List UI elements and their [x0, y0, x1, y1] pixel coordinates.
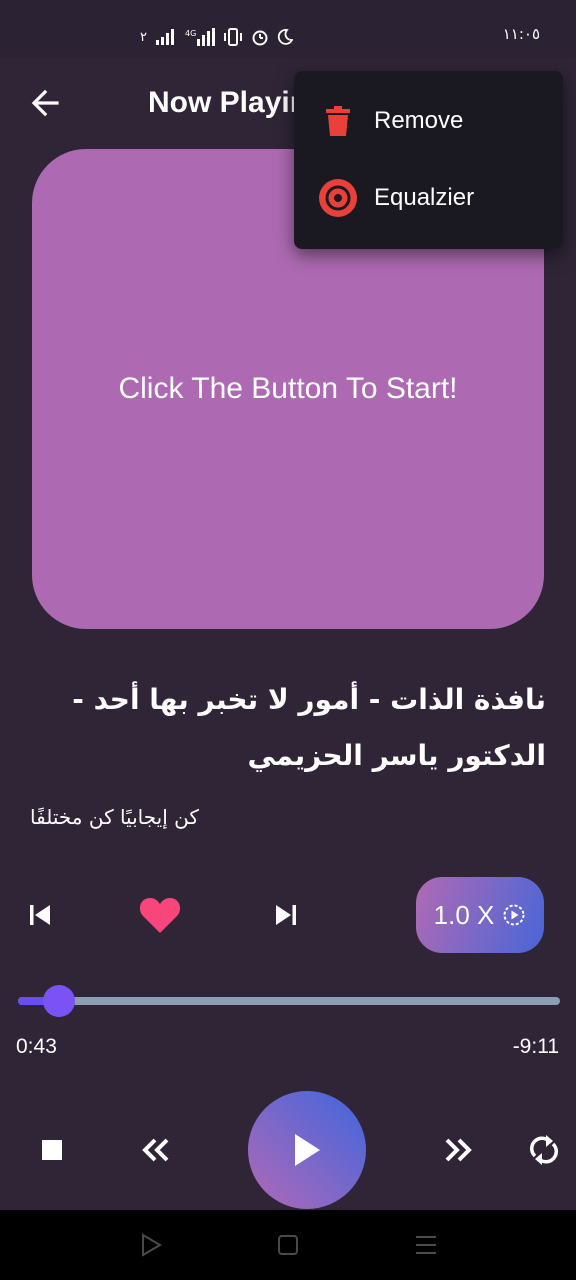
- nav-square-icon: [278, 1235, 298, 1255]
- signal-4g-icon: 4G: [185, 28, 215, 46]
- playback-speed-label: 1.0 X: [433, 899, 495, 930]
- status-icons: ٢ 4G: [140, 24, 293, 50]
- alarm-icon: [252, 30, 268, 46]
- signal-icon: [155, 29, 174, 45]
- repeat-icon: [530, 1135, 558, 1165]
- nav-menu-button[interactable]: [413, 1232, 439, 1258]
- nav-triangle-icon: [142, 1233, 162, 1257]
- stop-button[interactable]: [32, 1130, 72, 1170]
- svg-text:4G: 4G: [185, 29, 196, 38]
- menu-item-label: Equalzier: [374, 184, 475, 211]
- favorite-button[interactable]: [134, 890, 186, 940]
- status-bar: ٢ 4G ١١:٠٥: [0, 0, 576, 58]
- track-title: نافذة الذات - أمور لا تخبر بها أحد - الد…: [72, 683, 546, 772]
- speed-icon: [503, 904, 525, 926]
- nav-back-button[interactable]: [138, 1232, 164, 1258]
- arrow-left-icon: [31, 89, 59, 117]
- seek-bar[interactable]: [18, 985, 560, 1017]
- heart-icon: [139, 898, 181, 933]
- moon-icon: [277, 29, 293, 45]
- vibrate-icon: [223, 28, 242, 46]
- status-sim-number: ٢: [140, 29, 147, 44]
- play-button[interactable]: [248, 1091, 366, 1209]
- nav-home-button[interactable]: [275, 1232, 301, 1258]
- stop-icon: [42, 1140, 62, 1160]
- trash-icon: [318, 101, 358, 141]
- menu-item-remove[interactable]: Remove: [294, 83, 563, 159]
- rewind-button[interactable]: [134, 1128, 178, 1172]
- back-button[interactable]: [22, 80, 68, 126]
- skip-next-icon: [276, 905, 296, 925]
- disc-icon: [318, 178, 358, 218]
- skip-previous-icon: [30, 905, 50, 925]
- menu-item-equalizer[interactable]: Equalzier: [294, 160, 563, 236]
- track-subtitle: كن إيجابيًا كن مختلفًا: [30, 805, 199, 829]
- menu-item-label: Remove: [374, 107, 464, 134]
- time-remaining: -9:11: [512, 1035, 559, 1058]
- status-time: ١١:٠٥: [502, 25, 540, 43]
- skip-previous-button[interactable]: [20, 895, 60, 935]
- repeat-button[interactable]: [522, 1128, 566, 1172]
- rewind-icon: [142, 1138, 169, 1162]
- seek-bar-thumb[interactable]: [43, 985, 75, 1017]
- fast-forward-button[interactable]: [436, 1128, 480, 1172]
- fast-forward-icon: [445, 1138, 472, 1162]
- overflow-menu: Remove Equalzier: [294, 71, 563, 249]
- skip-next-button[interactable]: [266, 895, 306, 935]
- play-icon: [295, 1134, 320, 1166]
- nav-menu-icon: [416, 1236, 436, 1254]
- playback-speed-button[interactable]: 1.0 X: [416, 877, 544, 953]
- artwork-text: Click The Button To Start!: [118, 372, 458, 405]
- system-nav-bar: [0, 1210, 576, 1280]
- time-elapsed: 0:43: [16, 1035, 57, 1058]
